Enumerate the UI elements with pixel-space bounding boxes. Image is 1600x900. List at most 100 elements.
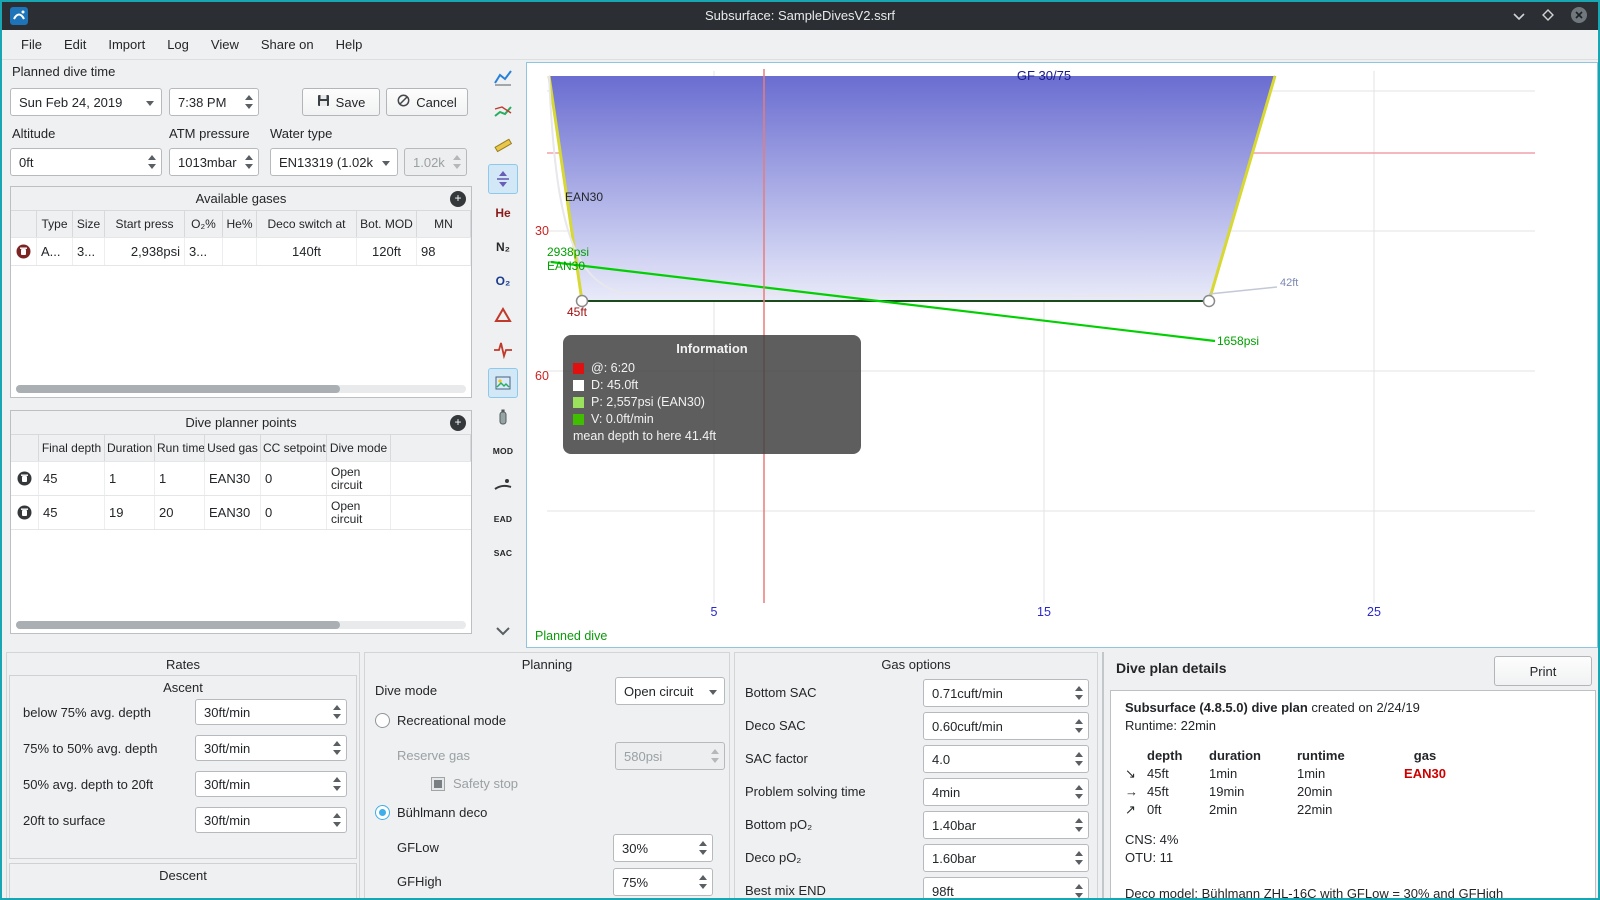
planner-points-title: Dive planner points (185, 415, 297, 430)
gas-graph-icon[interactable] (488, 96, 518, 126)
minimize-button[interactable] (1512, 9, 1526, 24)
profile-handle[interactable] (1202, 294, 1216, 308)
start-gas-label: EAN30 (547, 259, 585, 273)
titlebar: Subsurface: SampleDivesV2.ssrf (2, 2, 1598, 30)
splitter[interactable] (1102, 652, 1104, 898)
available-gases-header: Available gases + (11, 187, 471, 211)
menu-help[interactable]: Help (325, 32, 374, 57)
planner-points-header: Dive planner points + (11, 411, 471, 435)
ascent-rate-2-spinner[interactable]: 30ft/min (195, 735, 347, 761)
ceiling-icon[interactable] (488, 300, 518, 330)
plan-table-row: ↘ 45ft 1min 1min EAN30 (1125, 766, 1446, 781)
gflow-spinner[interactable]: 30% (613, 834, 713, 862)
mean-depth-end-label: 42ft (1280, 277, 1298, 289)
menu-import[interactable]: Import (97, 32, 156, 57)
dive-profile-chart[interactable]: GF 30/75 EAN30 2938psi EAN30 45ft 42ft 1… (526, 62, 1598, 648)
gas-options-title: Gas options (881, 657, 951, 672)
descent-frame: Descent (9, 863, 357, 898)
save-icon (317, 94, 330, 110)
maximize-button[interactable] (1542, 8, 1554, 24)
safety-stop-checkbox (431, 777, 445, 791)
n2-toggle-icon[interactable]: N₂ (488, 232, 518, 262)
available-gases-box: Available gases + Type Size Start press … (10, 186, 472, 398)
bottom-sac-spinner[interactable]: 0.71cuft/min (923, 679, 1089, 707)
ascent-rate-4-spinner[interactable]: 30ft/min (195, 807, 347, 833)
dive-plan-text: Subsurface (4.8.5.0) dive plan created o… (1110, 690, 1596, 898)
swimmer-icon[interactable] (488, 470, 518, 500)
x-tick-25: 25 (1367, 605, 1381, 619)
altitude-spinner[interactable]: 0ft (10, 148, 162, 176)
scale-icon[interactable] (488, 164, 518, 194)
sac-toggle-icon[interactable]: SAC (488, 538, 518, 568)
cancel-icon (397, 94, 410, 110)
plan-heading: Subsurface (4.8.5.0) dive plan (1125, 700, 1308, 715)
water-type-value: EN13319 (1.02k (279, 154, 373, 170)
gases-horizontal-scrollbar[interactable] (16, 385, 466, 393)
altitude-label: Altitude (12, 126, 56, 141)
mod-toggle-icon[interactable]: MOD (488, 436, 518, 466)
ascent-title: Ascent (163, 680, 203, 695)
menu-view[interactable]: View (200, 32, 250, 57)
deco-sac-spinner[interactable]: 0.60cuft/min (923, 712, 1089, 740)
plan-table-row: ↗ 0ft 2min 22min (1125, 802, 1333, 817)
ascent-rate-1-spinner[interactable]: 30ft/min (195, 699, 347, 725)
dive-mode-select[interactable]: Open circuit (615, 677, 725, 705)
ruler-icon[interactable] (488, 130, 518, 160)
atm-pressure-spinner[interactable]: 1013mbar (169, 148, 259, 176)
o2-toggle-icon[interactable]: O₂ (488, 266, 518, 296)
bottom-po2-spinner[interactable]: 1.40bar (923, 811, 1089, 839)
sac-factor-spinner[interactable]: 4.0 (923, 745, 1089, 773)
delete-point-icon[interactable] (11, 496, 39, 529)
recreational-mode-label: Recreational mode (397, 713, 507, 728)
dive-time-spinner[interactable]: 7:38 PM (169, 88, 259, 116)
table-row[interactable]: 45 19 20 EAN30 0 Open circuit (11, 496, 471, 530)
water-type-select[interactable]: EN13319 (1.02k (270, 148, 398, 176)
tank-icon[interactable] (488, 402, 518, 432)
he-toggle-icon[interactable]: He (488, 198, 518, 228)
table-row[interactable]: 45 1 1 EAN30 0 Open circuit (11, 462, 471, 496)
best-mix-end-spinner[interactable]: 98ft (923, 877, 1089, 898)
dive-date-select[interactable]: Sun Feb 24, 2019 (10, 88, 162, 116)
photos-icon[interactable] (488, 368, 518, 398)
delete-point-icon[interactable] (11, 462, 39, 495)
points-horizontal-scrollbar[interactable] (16, 621, 466, 629)
altitude-value: 0ft (19, 154, 34, 170)
dive-plan-details-title: Dive plan details (1116, 660, 1227, 676)
close-button[interactable] (1570, 6, 1588, 27)
gfhigh-spinner[interactable]: 75% (613, 868, 713, 896)
ascent-rate-3-spinner[interactable]: 30ft/min (195, 771, 347, 797)
start-pressure-label: 2938psi (547, 245, 589, 259)
gas-options-panel: Gas options Bottom SAC 0.71cuft/min Deco… (734, 652, 1098, 898)
menu-edit[interactable]: Edit (53, 32, 97, 57)
planning-panel: Planning Dive mode Open circuit Recreati… (364, 652, 730, 898)
save-button[interactable]: Save (302, 88, 380, 116)
print-button[interactable]: Print (1494, 656, 1592, 686)
descend-arrow-icon: ↘ (1125, 766, 1136, 781)
cancel-button[interactable]: Cancel (386, 88, 468, 116)
ead-toggle-icon[interactable]: EAD (488, 504, 518, 534)
recreational-mode-radio[interactable] (375, 713, 390, 728)
delete-gas-icon[interactable] (11, 238, 37, 265)
add-point-button[interactable]: + (450, 415, 466, 431)
safety-stop-label: Safety stop (453, 776, 519, 791)
menu-file[interactable]: File (10, 32, 53, 57)
x-tick-15: 15 (1037, 605, 1051, 619)
sac-factor-label: SAC factor (745, 751, 808, 766)
table-row[interactable]: A... 3... 2,938psi 3... 140ft 120ft 98 (11, 238, 471, 266)
collapse-chevron-icon[interactable] (488, 616, 518, 646)
menu-log[interactable]: Log (156, 32, 200, 57)
profile-toolbar: He N₂ O₂ MOD EAD SAC (484, 62, 522, 646)
add-gas-button[interactable]: + (450, 191, 466, 207)
buhlmann-deco-radio[interactable] (375, 805, 390, 820)
dive-time-value: 7:38 PM (178, 94, 227, 110)
chart-icon[interactable] (488, 62, 518, 92)
problem-solving-time-spinner[interactable]: 4min (923, 778, 1089, 806)
heart-rate-icon[interactable] (488, 334, 518, 364)
plan-otu: OTU: 11 (1125, 850, 1174, 865)
deco-po2-label: Deco pO₂ (745, 850, 802, 865)
salinity-spinner: 1.02k (404, 148, 467, 176)
dive-date-value: Sun Feb 24, 2019 (19, 94, 123, 110)
deco-po2-spinner[interactable]: 1.60bar (923, 844, 1089, 872)
menu-share-on[interactable]: Share on (250, 32, 325, 57)
planner-points-column-headers: Final depth Duration Run time Used gas C… (11, 435, 471, 462)
